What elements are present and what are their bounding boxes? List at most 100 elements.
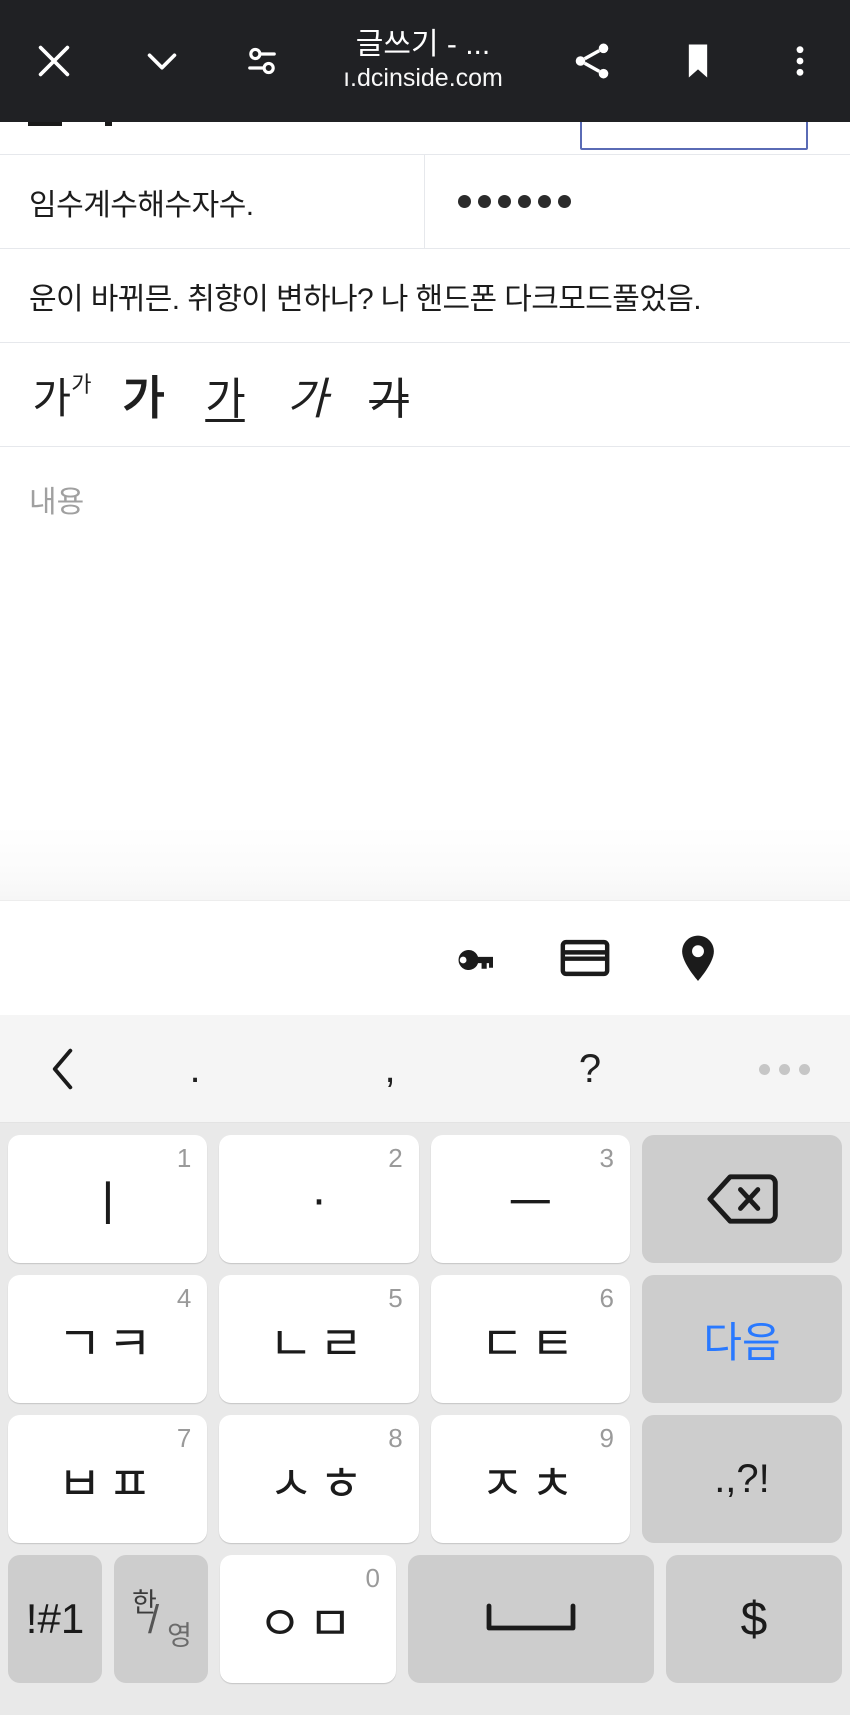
- password-key-icon: [458, 949, 493, 971]
- clipped-button-outline[interactable]: [580, 122, 808, 150]
- key-label: ㄴㄹ: [268, 1318, 370, 1371]
- screen: 글쓰기 - ... ı.dcinside.com 임수계수해수자수. 운이 바뀌…: [0, 0, 850, 1715]
- key-number-label: 1: [176, 1143, 192, 1173]
- autofill-address-button[interactable]: [641, 901, 754, 1016]
- bookmark-button[interactable]: [646, 0, 750, 122]
- lang-yeong-label: 영: [167, 1621, 192, 1651]
- keyboard: . , ? 1 ㅣ 2 · 3 ㅡ 4 ㄱㅋ 5 ㄴㄹ 6 ㄷㅌ 다음 7 ㅂㅍ…: [0, 1015, 850, 1715]
- more-vertical-icon: [796, 46, 804, 76]
- key-punctuation[interactable]: .,?!: [641, 1415, 842, 1543]
- page-bottom-fade: [0, 827, 850, 900]
- page-url: ı.dcinside.com: [343, 64, 503, 92]
- credentials-row: 임수계수해수자수.: [0, 155, 850, 248]
- format-bold-button[interactable]: 가: [102, 352, 184, 438]
- key-number-label: 2: [388, 1143, 403, 1173]
- nickname-value: 임수계수해수자수.: [29, 188, 254, 222]
- key-label: ㅣ: [85, 1178, 130, 1231]
- key-backspace[interactable]: [641, 1135, 842, 1263]
- space-icon: [486, 1603, 576, 1631]
- key-ng-m[interactable]: 0 ㅇㅁ: [220, 1555, 396, 1683]
- webview: 임수계수해수자수. 운이 바뀌믄. 취향이 변하나? 나 핸드폰 다크모드풀었음…: [0, 122, 850, 827]
- key-currency[interactable]: $: [666, 1555, 842, 1683]
- key-dot[interactable]: 2 ·: [219, 1135, 419, 1263]
- suggestion-period[interactable]: .: [150, 1015, 240, 1123]
- key-label: ㅂㅍ: [57, 1458, 158, 1511]
- backspace-icon: [707, 1174, 778, 1224]
- collapse-button[interactable]: [108, 0, 216, 122]
- chevron-left-icon: [52, 1048, 73, 1090]
- key-label: ㅈㅊ: [480, 1458, 581, 1511]
- autofill-password-button[interactable]: [415, 901, 528, 1016]
- key-d-t[interactable]: 6 ㄷㅌ: [430, 1275, 630, 1403]
- key-i[interactable]: 1 ㅣ: [8, 1135, 208, 1263]
- credit-card-icon: [560, 939, 609, 977]
- chevron-down-icon: [147, 53, 177, 70]
- clipped-header-row: [0, 122, 850, 154]
- key-number-label: 5: [388, 1283, 403, 1313]
- nickname-field[interactable]: 임수계수해수자수.: [0, 155, 425, 248]
- key-label: ·: [311, 1172, 327, 1226]
- key-number-label: 0: [365, 1563, 380, 1593]
- format-bold-label: 가: [122, 372, 164, 424]
- key-label: !#1: [25, 1595, 85, 1642]
- language-toggle-glyph: 한 / 영: [130, 1588, 192, 1650]
- format-toolbar: 가가 가 가 가 가: [0, 343, 850, 447]
- content-textarea[interactable]: 내용: [0, 447, 850, 827]
- format-font-size-button[interactable]: 가가: [20, 352, 102, 438]
- key-eu[interactable]: 3 ㅡ: [430, 1135, 630, 1263]
- password-field[interactable]: [425, 155, 850, 248]
- close-button[interactable]: [0, 0, 108, 122]
- key-s-h[interactable]: 8 ㅅㅎ: [219, 1415, 419, 1543]
- key-g-k[interactable]: 4 ㄱㅋ: [8, 1275, 208, 1403]
- key-number-label: 9: [599, 1423, 614, 1453]
- key-label: ㅡ: [508, 1178, 553, 1231]
- overflow-menu-button[interactable]: [750, 0, 850, 122]
- format-underline-button[interactable]: 가: [184, 352, 266, 438]
- key-label: ㅇㅁ: [257, 1598, 359, 1651]
- key-label: 다음: [703, 1318, 781, 1366]
- format-underline-label: 가: [205, 375, 245, 424]
- omnibox[interactable]: 글쓰기 - ... ı.dcinside.com: [308, 27, 538, 95]
- content-placeholder: 내용: [29, 486, 85, 519]
- suggestion-overflow-button[interactable]: [759, 1015, 810, 1123]
- autofill-card-button[interactable]: [528, 901, 641, 1016]
- suggestion-question[interactable]: ?: [545, 1015, 635, 1123]
- format-strikethrough-button[interactable]: 가: [348, 352, 430, 438]
- format-size-label: 가: [32, 374, 72, 422]
- keypad-row: 4 ㄱㅋ 5 ㄴㄹ 6 ㄷㅌ 다음: [8, 1275, 842, 1403]
- format-strike-label: 가: [369, 375, 409, 424]
- key-number-label: 6: [599, 1283, 614, 1313]
- key-number-label: 8: [388, 1423, 403, 1453]
- key-label: ㄱㅋ: [57, 1318, 158, 1371]
- key-next[interactable]: 다음: [641, 1275, 842, 1403]
- key-symbols[interactable]: !#1: [8, 1555, 102, 1683]
- keypad-row: 7 ㅂㅍ 8 ㅅㅎ 9 ㅈㅊ .,?!: [8, 1415, 842, 1543]
- lang-slash: /: [148, 1598, 160, 1642]
- format-italic-button[interactable]: 가: [266, 352, 348, 438]
- bookmark-icon: [688, 44, 708, 78]
- key-label: ㅅㅎ: [268, 1458, 370, 1511]
- tune-icon: [248, 47, 276, 75]
- subject-field[interactable]: 운이 바뀌믄. 취향이 변하나? 나 핸드폰 다크모드풀었음.: [0, 249, 850, 342]
- key-label: $: [740, 1592, 768, 1646]
- location-pin-icon: [681, 935, 714, 981]
- password-dots: [458, 195, 571, 208]
- key-label: .,?!: [714, 1456, 770, 1501]
- suggestion-back-button[interactable]: [30, 1015, 96, 1123]
- suggestion-comma[interactable]: ,: [345, 1015, 435, 1123]
- key-language-toggle[interactable]: 한 / 영: [114, 1555, 208, 1683]
- keypad: 1 ㅣ 2 · 3 ㅡ 4 ㄱㅋ 5 ㄴㄹ 6 ㄷㅌ 다음 7 ㅂㅍ 8 ㅅㅎ …: [0, 1123, 850, 1715]
- site-settings-button[interactable]: [216, 0, 308, 122]
- clipped-glyph-b: [105, 122, 112, 126]
- key-j-ch[interactable]: 9 ㅈㅊ: [430, 1415, 630, 1543]
- autofill-bar: [0, 900, 850, 1015]
- format-size-sup: 가: [71, 372, 91, 397]
- key-number-label: 4: [176, 1283, 192, 1313]
- page-title: 글쓰기 - ...: [355, 28, 491, 61]
- share-button[interactable]: [538, 0, 646, 122]
- browser-toolbar: 글쓰기 - ... ı.dcinside.com: [0, 0, 850, 122]
- key-space[interactable]: [408, 1555, 654, 1683]
- suggestion-bar: . , ?: [0, 1015, 850, 1123]
- key-b-p[interactable]: 7 ㅂㅍ: [8, 1415, 208, 1543]
- key-n-r[interactable]: 5 ㄴㄹ: [219, 1275, 419, 1403]
